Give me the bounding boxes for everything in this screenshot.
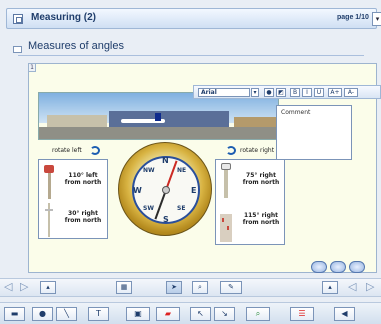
app-window: Measuring (2) page 1/10 ▾ Measures of an… bbox=[0, 0, 381, 324]
eraser-tool-button[interactable]: ▰ bbox=[156, 307, 180, 321]
image-tool-button[interactable]: ▣ bbox=[126, 307, 150, 321]
compass-nw: NW bbox=[143, 167, 155, 174]
grow-font-button[interactable]: A+ bbox=[328, 88, 342, 97]
chevron-down-icon: ▾ bbox=[375, 15, 380, 23]
eraser-icon: ▰ bbox=[164, 309, 172, 318]
pen-color-icon: ● bbox=[39, 309, 46, 318]
nav-up-button[interactable]: ▴ bbox=[322, 281, 338, 294]
format-toolbar: Arial ▾ ● ◩ B I U A+ A- bbox=[193, 85, 381, 99]
panel-number: 1 bbox=[28, 63, 36, 72]
pointer-tool-button[interactable]: ➤ bbox=[166, 281, 182, 294]
title-bar: Measuring (2) page 1/10 ▾ bbox=[6, 8, 381, 29]
section-title: Measures of angles bbox=[28, 40, 124, 52]
font-select[interactable]: Arial bbox=[198, 88, 250, 97]
undo-icon: ↖ bbox=[197, 309, 204, 318]
text-color-button[interactable]: ● bbox=[264, 88, 274, 97]
right-bottom-angle-label: 115° right from north bbox=[242, 212, 280, 226]
left-tower-card: 110° left from north 30° right from nort… bbox=[38, 159, 108, 239]
right-top-angle-label: 75° right from north bbox=[242, 172, 280, 186]
compass-se: SE bbox=[177, 205, 186, 212]
nav-forward-icon[interactable]: ▷ bbox=[366, 280, 374, 293]
compass-ne: NE bbox=[177, 167, 187, 174]
page-dropdown-button[interactable]: ▾ bbox=[372, 12, 381, 26]
image-icon: ▣ bbox=[134, 309, 142, 318]
panel-action-button-1[interactable] bbox=[311, 261, 327, 273]
underline-button[interactable]: U bbox=[314, 88, 324, 97]
comment-tool-button[interactable]: ▬ bbox=[4, 307, 25, 321]
section-icon bbox=[13, 46, 22, 53]
nav-back-icon[interactable]: ◁ bbox=[348, 280, 356, 293]
right-tower-card: 75° right from north 115° right from nor… bbox=[215, 159, 285, 245]
highlight-button[interactable]: ◩ bbox=[276, 88, 286, 97]
navigation-bar: ◁ ▷ ▴ ▦ ➤ ⌕ ✎ ▴ ◁ ▷ bbox=[0, 278, 381, 297]
compass-w: W bbox=[133, 186, 142, 195]
page-indicator: page 1/10 bbox=[337, 14, 369, 21]
zoom-tool-button[interactable]: ⌕ bbox=[192, 281, 208, 294]
undo-button[interactable]: ↖ bbox=[190, 307, 211, 321]
speaker-icon: ◀ bbox=[341, 309, 348, 318]
compass-sw: SW bbox=[143, 205, 154, 212]
comment-box[interactable]: Comment bbox=[276, 105, 352, 160]
nav-next-icon[interactable]: ▷ bbox=[20, 280, 28, 293]
font-dropdown-button[interactable]: ▾ bbox=[251, 88, 259, 97]
nav-prev-icon[interactable]: ◁ bbox=[4, 280, 12, 293]
compass-n: N bbox=[162, 156, 169, 165]
search-tool-button[interactable]: ⌕ bbox=[246, 307, 270, 321]
rotate-right-icon bbox=[226, 146, 236, 155]
rotate-right-label: rotate right bbox=[240, 147, 275, 154]
bold-button[interactable]: B bbox=[290, 88, 300, 97]
nav-pages-button[interactable]: ▦ bbox=[116, 281, 132, 294]
rotate-left-label: rotate left bbox=[52, 147, 82, 154]
window-title: Measuring (2) bbox=[31, 12, 97, 23]
text-icon: T bbox=[96, 309, 101, 318]
rotate-left-icon bbox=[90, 146, 100, 155]
redo-icon: ↘ bbox=[221, 309, 228, 318]
panel-action-button-2[interactable] bbox=[330, 261, 346, 273]
left-top-angle-label: 110° left from north bbox=[64, 172, 102, 186]
section-divider bbox=[18, 55, 364, 56]
text-tool-button[interactable]: T bbox=[88, 307, 109, 321]
shrink-font-button[interactable]: A- bbox=[344, 88, 358, 97]
line-icon: ╲ bbox=[64, 309, 69, 318]
window-icon bbox=[13, 14, 23, 24]
speech-bubble-icon: ▬ bbox=[10, 309, 19, 318]
search-icon: ⌕ bbox=[255, 309, 261, 318]
line-tool-button[interactable]: ╲ bbox=[56, 307, 77, 321]
compass-s: S bbox=[163, 215, 169, 224]
rotate-left-control[interactable]: rotate left bbox=[52, 146, 100, 155]
compass-e: E bbox=[191, 186, 197, 195]
drawing-toolbar: ▬ ● ╲ T ▣ ▰ ↖ ↘ ⌕ ☰ ◀ bbox=[0, 302, 381, 324]
panel-action-button-3[interactable] bbox=[349, 261, 365, 273]
left-bottom-angle-label: 30° right from north bbox=[64, 210, 102, 224]
italic-button[interactable]: I bbox=[302, 88, 312, 97]
compass[interactable]: N E S W NE NW SE SW bbox=[118, 142, 212, 236]
list-tool-button[interactable]: ☰ bbox=[290, 307, 314, 321]
list-icon: ☰ bbox=[298, 309, 306, 318]
nav-home-button[interactable]: ▴ bbox=[40, 281, 56, 294]
airport-photo bbox=[38, 92, 279, 140]
sound-button[interactable]: ◀ bbox=[334, 307, 355, 321]
comment-label: Comment bbox=[281, 109, 311, 116]
pen-color-button[interactable]: ● bbox=[32, 307, 53, 321]
highlighter-tool-button[interactable]: ✎ bbox=[220, 281, 242, 294]
redo-button[interactable]: ↘ bbox=[214, 307, 235, 321]
compass-hub bbox=[162, 186, 170, 194]
